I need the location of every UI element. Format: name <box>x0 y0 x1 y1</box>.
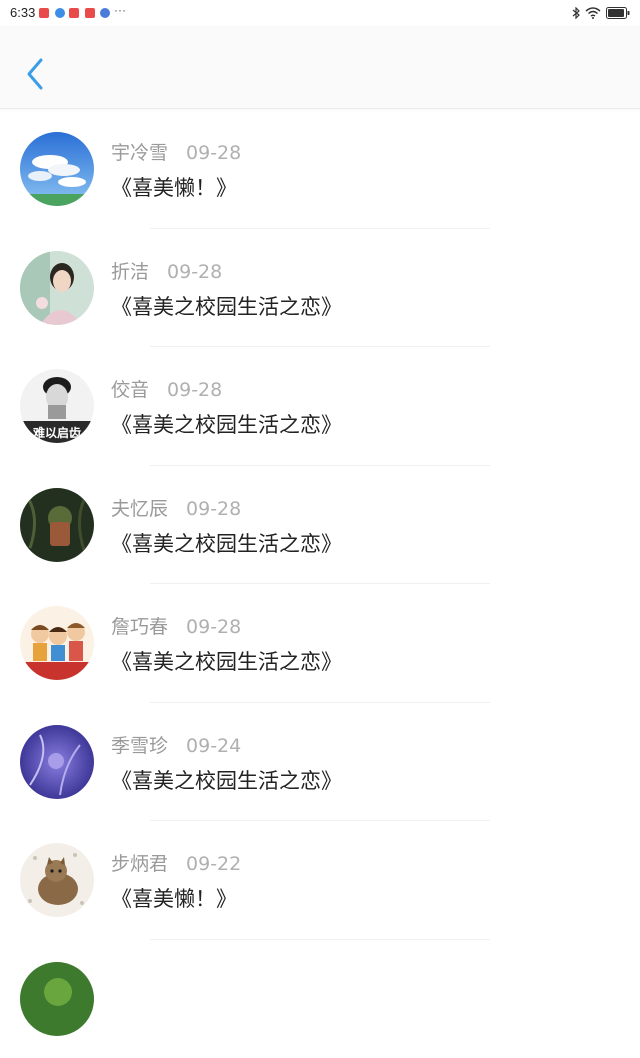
notification-icon <box>69 8 79 18</box>
user-name: 季雪珍 <box>111 735 168 757</box>
comment-date: 09-28 <box>186 498 241 520</box>
avatar[interactable] <box>20 606 94 680</box>
status-bar: 6:33 ··· <box>0 0 640 26</box>
avatar[interactable] <box>20 132 94 206</box>
list-item[interactable] <box>0 940 640 1058</box>
avatar[interactable] <box>20 843 94 917</box>
more-notifications-icon: ··· <box>114 3 126 17</box>
book-title: 《喜美之校园生活之恋》 <box>111 646 342 676</box>
bluetooth-icon <box>572 7 580 19</box>
back-button[interactable] <box>20 54 50 94</box>
list-item[interactable]: 步炳君 09-22 《喜美懒！》 <box>0 821 640 940</box>
user-name: 夫忆辰 <box>111 498 168 520</box>
list-item[interactable]: 季雪珍 09-24 《喜美之校园生活之恋》 <box>0 703 640 822</box>
user-name: 折洁 <box>111 261 149 283</box>
list-item[interactable]: 夫忆辰 09-28 《喜美之校园生活之恋》 <box>0 466 640 585</box>
comment-date: 09-28 <box>186 616 241 638</box>
book-title: 《喜美懒！》 <box>111 883 237 913</box>
list-item[interactable]: 难以启齿 佼音 09-28 《喜美之校园生活之恋》 <box>0 347 640 466</box>
user-name: 步炳君 <box>111 853 168 875</box>
list-item[interactable]: 宇冷雪 09-28 《喜美懒！》 <box>0 110 640 229</box>
user-name: 詹巧春 <box>111 616 168 638</box>
notification-icon <box>55 8 65 18</box>
wifi-icon <box>585 7 601 19</box>
avatar[interactable] <box>20 488 94 562</box>
book-title: 《喜美之校园生活之恋》 <box>111 765 342 795</box>
comment-date: 09-28 <box>167 261 222 283</box>
comment-date: 09-22 <box>186 853 241 875</box>
status-time: 6:33 <box>10 5 35 20</box>
notification-icon <box>100 8 110 18</box>
user-name: 佼音 <box>111 379 149 401</box>
avatar[interactable] <box>20 251 94 325</box>
avatar[interactable] <box>20 725 94 799</box>
avatar[interactable]: 难以启齿 <box>20 369 94 443</box>
notification-icon <box>39 8 49 18</box>
battery-icon <box>606 7 630 19</box>
comment-list: 宇冷雪 09-28 《喜美懒！》 折洁 09-28 《喜美之校园生活之恋》 <box>0 110 640 1058</box>
list-item[interactable]: 詹巧春 09-28 《喜美之校园生活之恋》 <box>0 584 640 703</box>
book-title: 《喜美之校园生活之恋》 <box>111 291 342 321</box>
book-title: 《喜美懒！》 <box>111 172 237 202</box>
user-name: 宇冷雪 <box>111 142 168 164</box>
book-title: 《喜美之校园生活之恋》 <box>111 409 342 439</box>
comment-date: 09-28 <box>167 379 222 401</box>
comment-date: 09-24 <box>186 735 241 757</box>
book-title: 《喜美之校园生活之恋》 <box>111 528 342 558</box>
comment-date: 09-28 <box>186 142 241 164</box>
avatar-text: 难以启齿 <box>32 425 81 440</box>
top-nav-bar <box>0 26 640 109</box>
avatar[interactable] <box>20 962 94 1036</box>
notification-icon <box>85 8 95 18</box>
list-item[interactable]: 折洁 09-28 《喜美之校园生活之恋》 <box>0 229 640 348</box>
chevron-left-icon <box>26 58 44 90</box>
